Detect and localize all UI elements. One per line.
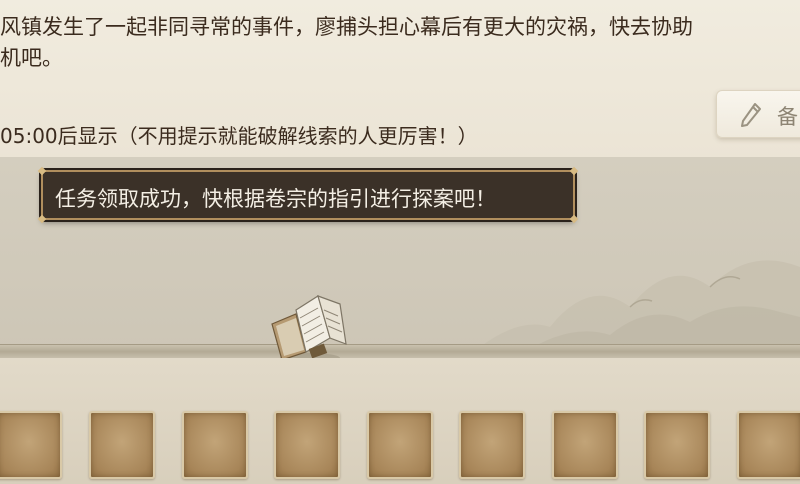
inventory-slot[interactable] <box>552 411 618 479</box>
inventory-slot[interactable] <box>182 411 248 479</box>
task-description-panel: 风镇发生了一起非同寻常的事件，廖捕头担心幕后有更大的灾祸，快去协助 机吧。 备 … <box>0 0 800 160</box>
inventory-slot[interactable] <box>459 411 525 479</box>
task-description: 风镇发生了一起非同寻常的事件，廖捕头担心幕后有更大的灾祸，快去协助 机吧。 <box>0 15 693 70</box>
inventory-slot[interactable] <box>737 411 800 479</box>
inventory-slot[interactable] <box>274 411 340 479</box>
scene-ground-line <box>0 344 800 358</box>
case-file-icon[interactable] <box>266 286 352 364</box>
toast-message: 任务领取成功，快根据卷宗的指引进行探案吧！ <box>55 187 496 211</box>
inventory-slot[interactable] <box>89 411 155 479</box>
notes-button-label: 备 <box>777 105 798 129</box>
inventory-slot[interactable] <box>0 411 62 479</box>
notes-button[interactable]: 备 <box>716 90 800 138</box>
pencil-icon <box>741 103 761 127</box>
task-accepted-toast: 任务领取成功，快根据卷宗的指引进行探案吧！ <box>37 166 579 224</box>
inventory-slot[interactable] <box>367 411 433 479</box>
ink-mountains-decoration <box>480 260 800 355</box>
hint-timer: 05:00后显示（不用提示就能破解线索的人更厉害！） <box>0 124 478 148</box>
inventory-slot[interactable] <box>644 411 710 479</box>
